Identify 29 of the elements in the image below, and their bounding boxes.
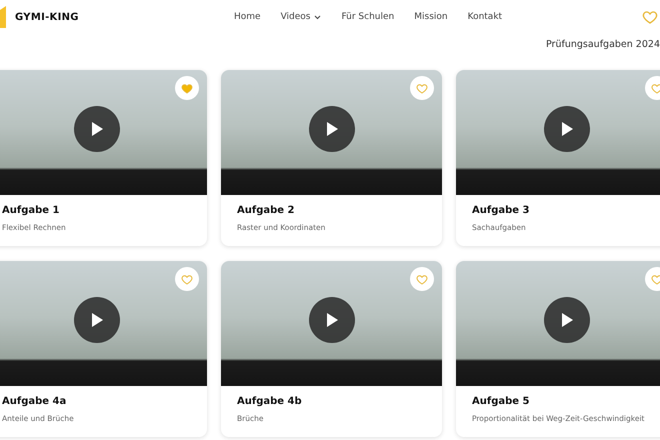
play-button[interactable] — [308, 296, 354, 342]
logo-text[interactable]: GYMI-KING — [15, 12, 79, 22]
chevron-down-icon — [314, 14, 322, 20]
play-icon — [326, 122, 338, 136]
play-icon — [90, 122, 102, 136]
play-button[interactable] — [544, 296, 590, 342]
heart-icon — [642, 9, 658, 25]
nav-link[interactable]: Home — [234, 12, 261, 22]
section-title: Prüfungsaufgaben 2024 — [546, 39, 660, 52]
play-icon — [90, 312, 102, 326]
video-title: Aufgabe 4b — [237, 396, 303, 407]
logo-icon — [0, 6, 8, 28]
nav-link[interactable]: Für Schulen — [341, 12, 394, 22]
play-icon — [326, 312, 338, 326]
play-button[interactable] — [544, 106, 590, 152]
play-icon — [560, 122, 572, 136]
video-title: Aufgabe 5 — [472, 396, 530, 407]
play-icon — [560, 312, 572, 326]
video-title: Aufgabe 1 — [2, 205, 60, 216]
nav-link[interactable]: Kontakt — [468, 12, 502, 22]
nav-link[interactable]: Mission — [414, 12, 448, 22]
video-title: Aufgabe 4a — [2, 396, 68, 407]
video-title: Aufgabe 3 — [472, 205, 530, 216]
favorites-button[interactable] — [642, 9, 658, 25]
play-button[interactable] — [74, 296, 120, 342]
video-title: Aufgabe 2 — [237, 205, 296, 216]
play-button[interactable] — [308, 106, 354, 152]
play-button[interactable] — [74, 106, 120, 152]
nav-link[interactable]: Videos — [280, 12, 322, 22]
